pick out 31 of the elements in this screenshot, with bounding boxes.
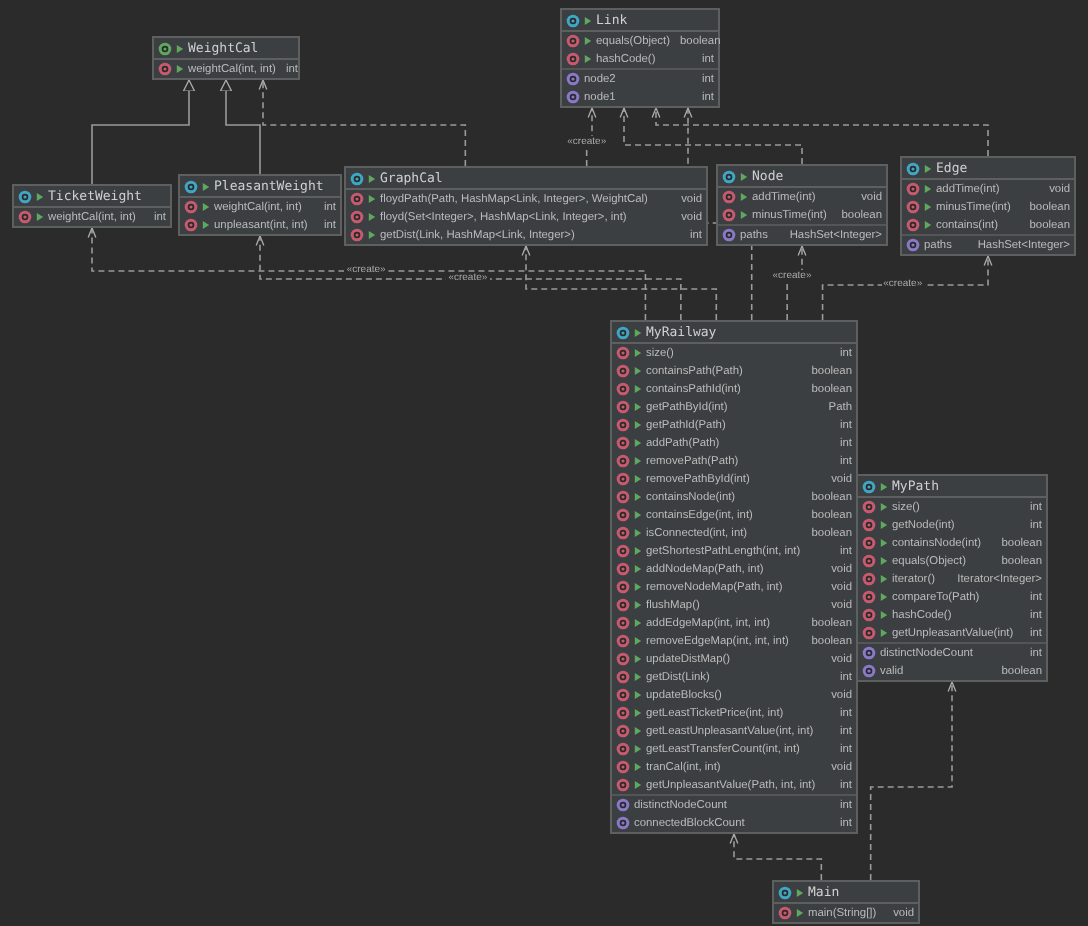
public-icon: [634, 327, 642, 337]
class-icon: [616, 325, 630, 339]
method-icon: [158, 62, 172, 76]
class-icon: [862, 479, 876, 493]
public-icon: [584, 15, 592, 25]
public-icon: [796, 887, 804, 897]
class-icon: [778, 885, 792, 899]
class-icon: [906, 161, 920, 175]
realization-arrow: [91, 79, 196, 185]
field-icon: [906, 238, 920, 252]
class-icon: [350, 171, 364, 185]
public-icon: [796, 908, 804, 918]
method-icon: [18, 210, 32, 224]
public-icon: [176, 64, 184, 74]
public-icon: [36, 191, 44, 201]
public-icon: [924, 163, 932, 173]
class-icon: [566, 13, 580, 27]
class-icon: [184, 179, 198, 193]
public-icon: [36, 212, 44, 222]
class-icon: [18, 189, 32, 203]
method-icon: [778, 906, 792, 920]
field-icon: [722, 228, 736, 242]
realization-arrow: [219, 79, 261, 175]
public-icon: [202, 181, 210, 191]
dependency-arrow: [729, 833, 823, 881]
public-icon: [368, 173, 376, 183]
public-icon: [176, 43, 184, 53]
class-icon: [722, 169, 736, 183]
public-icon: [880, 481, 888, 491]
interface-icon: [158, 41, 172, 55]
public-icon: [740, 171, 748, 181]
